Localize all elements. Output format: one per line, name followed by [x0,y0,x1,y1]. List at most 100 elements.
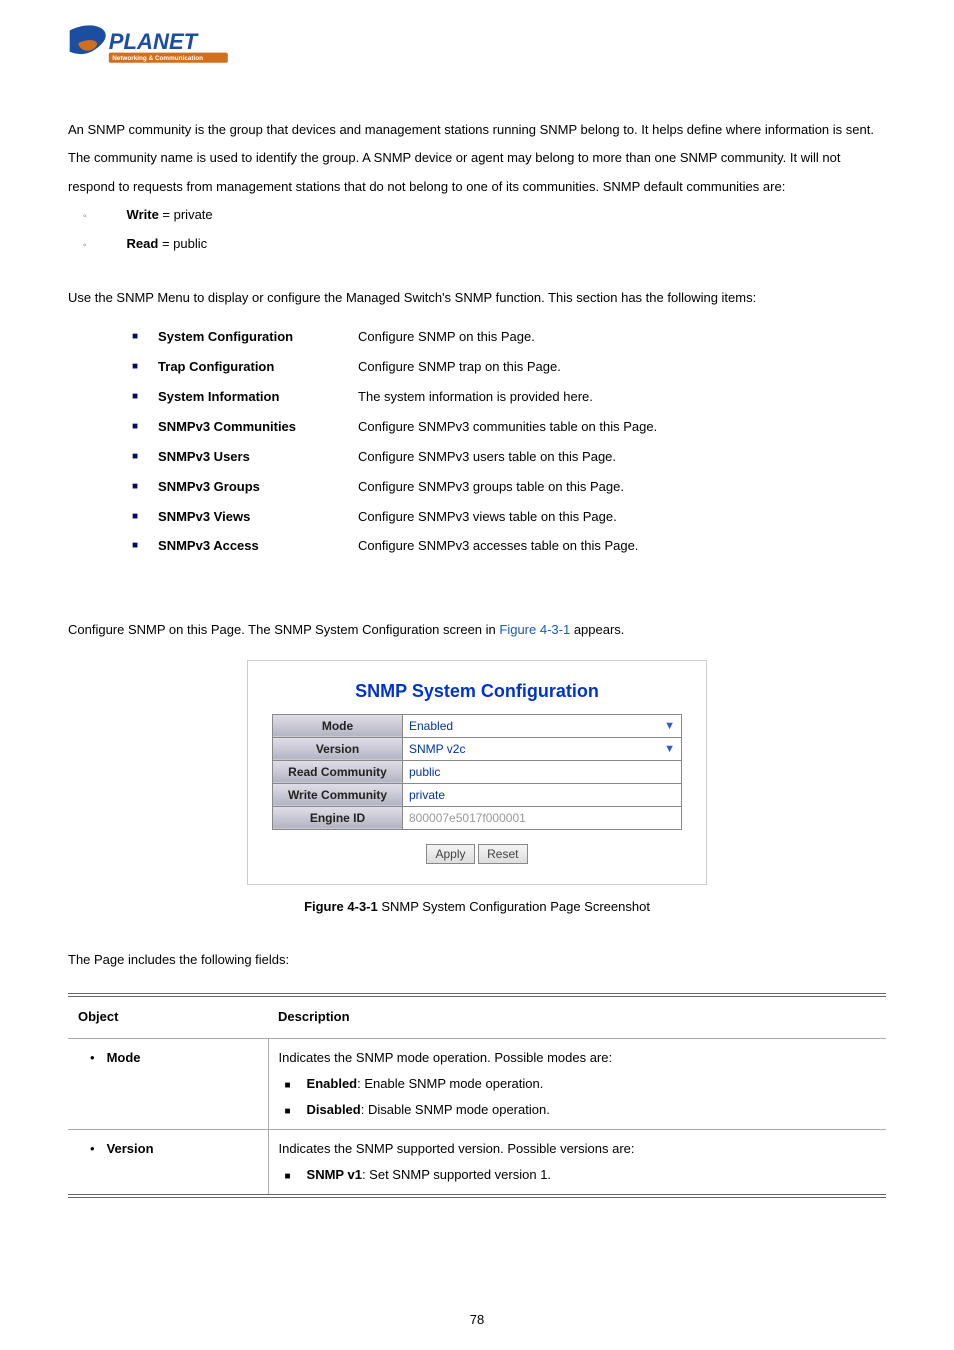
button-row: Apply Reset [272,844,682,864]
menu-item-label: System Information [158,382,358,412]
apply-button[interactable]: Apply [426,844,474,864]
page-number: 78 [0,1306,954,1335]
sysconfig-intro: Configure SNMP on this Page. The SNMP Sy… [68,616,886,645]
table-row: Read Community public [273,760,682,783]
option-term: SNMP v1 [307,1167,362,1182]
menu-item-label: SNMPv3 Communities [158,412,358,442]
table-row: Engine ID 800007e5017f000001 [273,806,682,829]
community-defaults-list: Write = private Read = public [68,201,886,258]
brand-logo: PLANET Networking & Communication [68,20,886,86]
table-row: Version Indicates the SNMP supported vers… [68,1129,886,1196]
sysconfig-text-pre: Configure SNMP on this Page. The SNMP Sy… [68,622,499,637]
planet-logo-icon: PLANET Networking & Communication [68,20,238,75]
intro-paragraph: An SNMP community is the group that devi… [68,116,886,202]
figure-link[interactable]: Figure 4-3-1 [499,622,570,637]
object-cell: Version [68,1129,268,1196]
caption-prefix: Figure 4-3-1 [304,899,378,914]
col-desc-header: Description [268,995,886,1038]
menu-item-desc: Configure SNMP trap on this Page. [358,352,561,382]
write-value: = private [159,207,213,222]
overview-text: Use the SNMP Menu to display or configur… [68,284,886,313]
menu-item-label: SNMPv3 Views [158,502,358,532]
col-object-header: Object [68,995,268,1038]
config-value-text: private [409,788,445,802]
description-cell: Indicates the SNMP supported version. Po… [268,1129,886,1196]
read-value: = public [158,236,207,251]
config-row-key: Version [273,737,403,760]
menu-item-label: System Configuration [158,322,358,352]
chevron-down-icon[interactable]: ▼ [664,720,675,732]
fields-table: Object Description Mode Indicates the SNM… [68,993,886,1198]
menu-item: SNMPv3 CommunitiesConfigure SNMPv3 commu… [132,412,886,442]
menu-item: System InformationThe system information… [132,382,886,412]
menu-item-desc: Configure SNMPv3 views table on this Pag… [358,502,617,532]
reset-button[interactable]: Reset [478,844,527,864]
menu-item-desc: Configure SNMPv3 users table on this Pag… [358,442,616,472]
fields-tbody: Mode Indicates the SNMP mode operation. P… [68,1038,886,1196]
options-list: SNMP v1: Set SNMP supported version 1. [279,1162,877,1188]
menu-item: SNMPv3 GroupsConfigure SNMPv3 groups tab… [132,472,886,502]
figure-title: SNMP System Configuration [272,681,682,702]
option-desc: : Enable SNMP mode operation. [357,1076,543,1091]
object-name: Mode [107,1050,141,1065]
config-table: ModeEnabled▼VersionSNMP v2c▼Read Communi… [272,714,682,830]
menu-item-desc: Configure SNMPv3 groups table on this Pa… [358,472,624,502]
option-desc: : Disable SNMP mode operation. [361,1102,550,1117]
config-tbody: ModeEnabled▼VersionSNMP v2c▼Read Communi… [273,714,682,829]
config-value-text: public [409,765,440,779]
description-cell: Indicates the SNMP mode operation. Possi… [268,1038,886,1129]
list-item: SNMP v1: Set SNMP supported version 1. [285,1162,877,1188]
read-term: Read [127,236,159,251]
menu-item: Trap ConfigurationConfigure SNMP trap on… [132,352,886,382]
menu-items-list: System ConfigurationConfigure SNMP on th… [68,322,886,561]
option-desc: : Set SNMP supported version 1. [362,1167,551,1182]
description-lead: Indicates the SNMP mode operation. Possi… [279,1045,877,1071]
table-row: Mode Indicates the SNMP mode operation. P… [68,1038,886,1129]
svg-text:PLANET: PLANET [109,29,200,54]
intro-text: An SNMP community is the group that devi… [68,116,886,202]
menu-item: SNMPv3 AccessConfigure SNMPv3 accesses t… [132,531,886,561]
list-item: Disabled: Disable SNMP mode operation. [285,1097,877,1123]
write-term: Write [127,207,159,222]
list-item: Read = public [83,230,886,259]
figure-caption: Figure 4-3-1 SNMP System Configuration P… [68,893,886,922]
table-row: VersionSNMP v2c▼ [273,737,682,760]
figure-container: SNMP System Configuration ModeEnabled▼Ve… [68,660,886,885]
config-value-text: Enabled [409,719,453,733]
menu-item-desc: Configure SNMPv3 accesses table on this … [358,531,638,561]
table-row: Write Community private [273,783,682,806]
fields-intro: The Page includes the following fields: [68,946,886,975]
menu-item: System ConfigurationConfigure SNMP on th… [132,322,886,352]
menu-item-desc: The system information is provided here. [358,382,593,412]
menu-item-label: SNMPv3 Users [158,442,358,472]
caption-text: SNMP System Configuration Page Screensho… [378,899,650,914]
config-value-text: 800007e5017f000001 [409,811,526,825]
table-row: Mode Enabled ▼ [273,714,682,737]
option-term: Enabled [307,1076,358,1091]
config-row-value[interactable]: 800007e5017f000001 [403,806,682,829]
config-row-key: Write Community [273,783,403,806]
option-term: Disabled [307,1102,361,1117]
chevron-down-icon[interactable]: ▼ [664,743,675,755]
config-row-key: Mode [273,714,403,737]
menu-item: SNMPv3 UsersConfigure SNMPv3 users table… [132,442,886,472]
config-row-value[interactable]: private [403,783,682,806]
config-row-value[interactable]: public [403,760,682,783]
config-row-value[interactable]: SNMP v2c▼ [403,737,682,760]
menu-item-label: SNMPv3 Access [158,531,358,561]
list-item: Enabled: Enable SNMP mode operation. [285,1071,877,1097]
config-row-key: Engine ID [273,806,403,829]
object-name: Version [107,1141,154,1156]
menu-item-label: SNMPv3 Groups [158,472,358,502]
svg-text:Networking & Communication: Networking & Communication [112,55,203,62]
menu-item-label: Trap Configuration [158,352,358,382]
menu-item: SNMPv3 ViewsConfigure SNMPv3 views table… [132,502,886,532]
menu-item-desc: Configure SNMPv3 communities table on th… [358,412,657,442]
list-item: Write = private [83,201,886,230]
description-lead: Indicates the SNMP supported version. Po… [279,1136,877,1162]
config-row-key: Read Community [273,760,403,783]
object-cell: Mode [68,1038,268,1129]
config-row-value[interactable]: Enabled ▼ [403,714,682,737]
menu-item-desc: Configure SNMP on this Page. [358,322,535,352]
sysconfig-text-post: appears. [570,622,624,637]
